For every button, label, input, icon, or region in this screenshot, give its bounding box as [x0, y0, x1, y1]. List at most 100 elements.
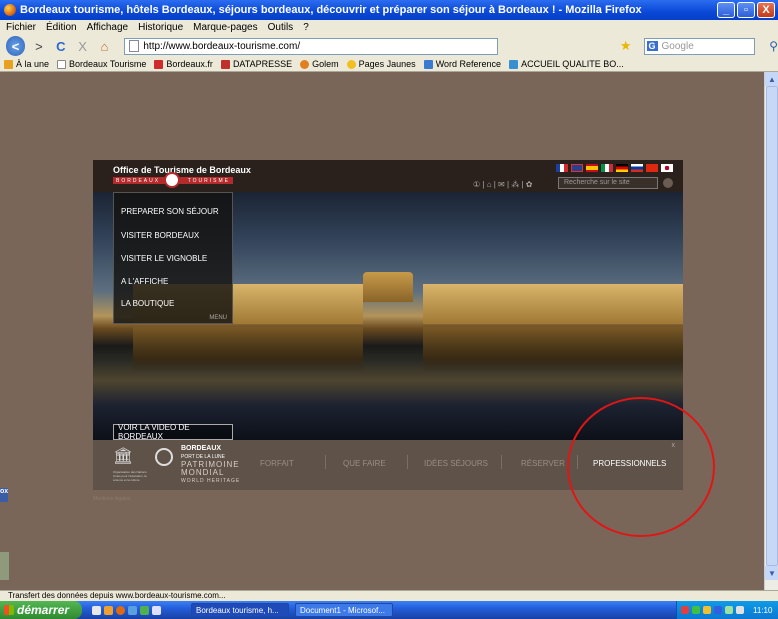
navigation-toolbar: < > C X ⌂ http://www.bordeaux-tourisme.c… — [0, 35, 778, 57]
scroll-down-icon[interactable]: ▼ — [765, 566, 778, 580]
hero-reflection-left — [133, 327, 363, 372]
quick-launch-icon[interactable] — [152, 605, 161, 615]
video-button[interactable]: VOIR LA VIDEO DE BORDEAUX — [113, 423, 233, 440]
hero-building-right — [423, 284, 683, 324]
menu-help[interactable]: ? — [303, 22, 309, 33]
pages-jaunes-icon — [346, 59, 356, 69]
menu-fichier[interactable]: Fichier — [6, 22, 36, 33]
site-search-input[interactable]: Recherche sur le site — [558, 177, 658, 189]
bookmark-accueil-qualite[interactable]: ACCUEIL QUALITE BO... — [509, 59, 624, 69]
bookmark-pages-jaunes[interactable]: Pages Jaunes — [346, 59, 416, 69]
menu-bar: Fichier Édition Affichage Historique Mar… — [0, 20, 778, 35]
system-tray: 11:10 — [676, 601, 778, 619]
accueil-qualite-icon — [509, 59, 519, 69]
quick-launch — [92, 605, 161, 615]
background-window-edge-2 — [0, 552, 9, 580]
search-input[interactable]: G Google — [643, 37, 756, 55]
nav-reserver[interactable]: RÉSERVER — [521, 459, 565, 468]
tray-icon[interactable] — [725, 606, 733, 614]
maximize-button[interactable]: ▫ — [737, 2, 755, 18]
menu-outils[interactable]: Outils — [268, 22, 294, 33]
menu-affichage[interactable]: Affichage — [87, 22, 129, 33]
page-icon — [129, 40, 140, 52]
nav-que-faire[interactable]: QUE FAIRE — [343, 459, 386, 468]
stop-button[interactable]: X — [75, 37, 91, 55]
menu-visiter-vignoble[interactable]: VISITER LE VIGNOBLE — [121, 254, 207, 263]
firefox-icon[interactable] — [116, 605, 125, 615]
search-placeholder: Google — [661, 40, 694, 52]
menu-preparer-sejour[interactable]: PREPARER SON SÉJOUR — [121, 207, 219, 216]
tray-icon[interactable] — [736, 606, 744, 614]
flag-cn-icon[interactable] — [646, 164, 658, 172]
scroll-thumb[interactable] — [766, 86, 778, 566]
hero-menu: PREPARER SON SÉJOUR VISITER BORDEAUX VIS… — [113, 192, 233, 324]
windows-logo-icon — [4, 605, 14, 615]
site-tools[interactable]: ① | ⌂ | ✉ | ⁂ | ✿ — [473, 180, 533, 189]
task-word[interactable]: Document1 - Microsof... — [295, 603, 393, 617]
flag-es-icon[interactable] — [586, 164, 598, 172]
start-button[interactable]: démarrer — [0, 601, 82, 619]
nav-separator — [325, 455, 326, 469]
brand-bordeaux: BORDEAUX PORT DE LA LUNE — [181, 445, 225, 460]
bookmarks-bar: À la une Bordeaux Tourisme Bordeaux.fr D… — [0, 57, 778, 72]
site-search-button[interactable] — [663, 178, 673, 188]
quick-launch-icon[interactable] — [128, 605, 137, 615]
bookmark-bordeaux-tourisme[interactable]: Bordeaux Tourisme — [57, 59, 146, 69]
word-reference-icon — [423, 59, 433, 69]
tray-icon[interactable] — [703, 606, 711, 614]
page-icon — [57, 59, 67, 69]
flag-fr-icon[interactable] — [556, 164, 568, 172]
hero-dome — [363, 272, 413, 302]
patrimoine-mondial: PATRIMOINE MONDIAL WORLD HERITAGE — [181, 460, 241, 485]
flag-it-icon[interactable] — [601, 164, 613, 172]
menu-historique[interactable]: Historique — [138, 22, 183, 33]
task-firefox[interactable]: Bordeaux tourisme, h... — [191, 603, 289, 617]
flag-de-icon[interactable] — [616, 164, 628, 172]
flag-ru-icon[interactable] — [631, 164, 643, 172]
bookmark-folder-icon — [4, 59, 13, 69]
menu-footer-label[interactable]: MENU — [209, 315, 227, 321]
bordeaux-fr-icon — [154, 59, 164, 69]
flag-jp-icon[interactable] — [661, 164, 673, 172]
menu-marque-pages[interactable]: Marque-pages — [193, 22, 257, 33]
back-button[interactable]: < — [6, 36, 25, 56]
world-heritage-icon — [155, 448, 173, 466]
quick-launch-icon[interactable] — [92, 605, 101, 615]
bookmark-bordeaux-fr[interactable]: Bordeaux.fr — [154, 59, 213, 69]
menu-visiter-bordeaux[interactable]: VISITER BORDEAUX — [121, 231, 199, 240]
close-button[interactable]: X — [757, 2, 775, 18]
bookmark-golem[interactable]: Golem — [300, 59, 339, 69]
google-icon[interactable]: G — [646, 41, 658, 51]
quick-launch-icon[interactable] — [104, 605, 113, 615]
unesco-temple-icon: 🏛 — [113, 448, 134, 465]
language-flags — [556, 164, 673, 172]
office-title[interactable]: Office de Tourisme de Bordeaux — [113, 165, 251, 175]
site-header: Office de Tourisme de Bordeaux BORDEAUX … — [93, 160, 683, 192]
bookmark-star-icon[interactable]: ★ — [620, 38, 632, 54]
menu-la-boutique[interactable]: LA BOUTIQUE — [121, 299, 174, 308]
scroll-up-icon[interactable]: ▲ — [765, 72, 778, 86]
tray-icon[interactable] — [714, 606, 722, 614]
nav-separator — [501, 455, 502, 469]
tray-icon[interactable] — [681, 606, 689, 614]
reload-button[interactable]: C — [53, 37, 69, 55]
bookmark-datapresse[interactable]: DATAPRESSE — [220, 59, 292, 69]
url-bar[interactable]: http://www.bordeaux-tourisme.com/ — [124, 37, 498, 55]
forward-button[interactable]: > — [31, 37, 47, 55]
vertical-scrollbar[interactable]: ▲ ▼ — [764, 72, 778, 590]
tray-icon[interactable] — [692, 606, 700, 614]
nav-forfait[interactable]: FORFAIT — [260, 459, 294, 468]
menu-edition[interactable]: Édition — [46, 22, 77, 33]
flag-uk-icon[interactable] — [571, 164, 583, 172]
bookmark-a-la-une[interactable]: À la une — [4, 59, 49, 69]
minimize-button[interactable]: _ — [717, 2, 735, 18]
mentions-legales-link[interactable]: Mentions légales — [93, 496, 131, 502]
menu-a-l-affiche[interactable]: A L'AFFICHE — [121, 277, 168, 286]
bookmark-word-reference[interactable]: Word Reference — [423, 59, 501, 69]
quick-launch-icon[interactable] — [140, 605, 149, 615]
home-button[interactable]: ⌂ — [97, 37, 113, 55]
nav-idees-sejours[interactable]: IDÉES SÉJOURS — [424, 459, 488, 468]
datapresse-icon — [220, 59, 230, 69]
magnifier-icon[interactable]: ⚲ — [769, 39, 778, 53]
golem-icon — [300, 59, 310, 69]
